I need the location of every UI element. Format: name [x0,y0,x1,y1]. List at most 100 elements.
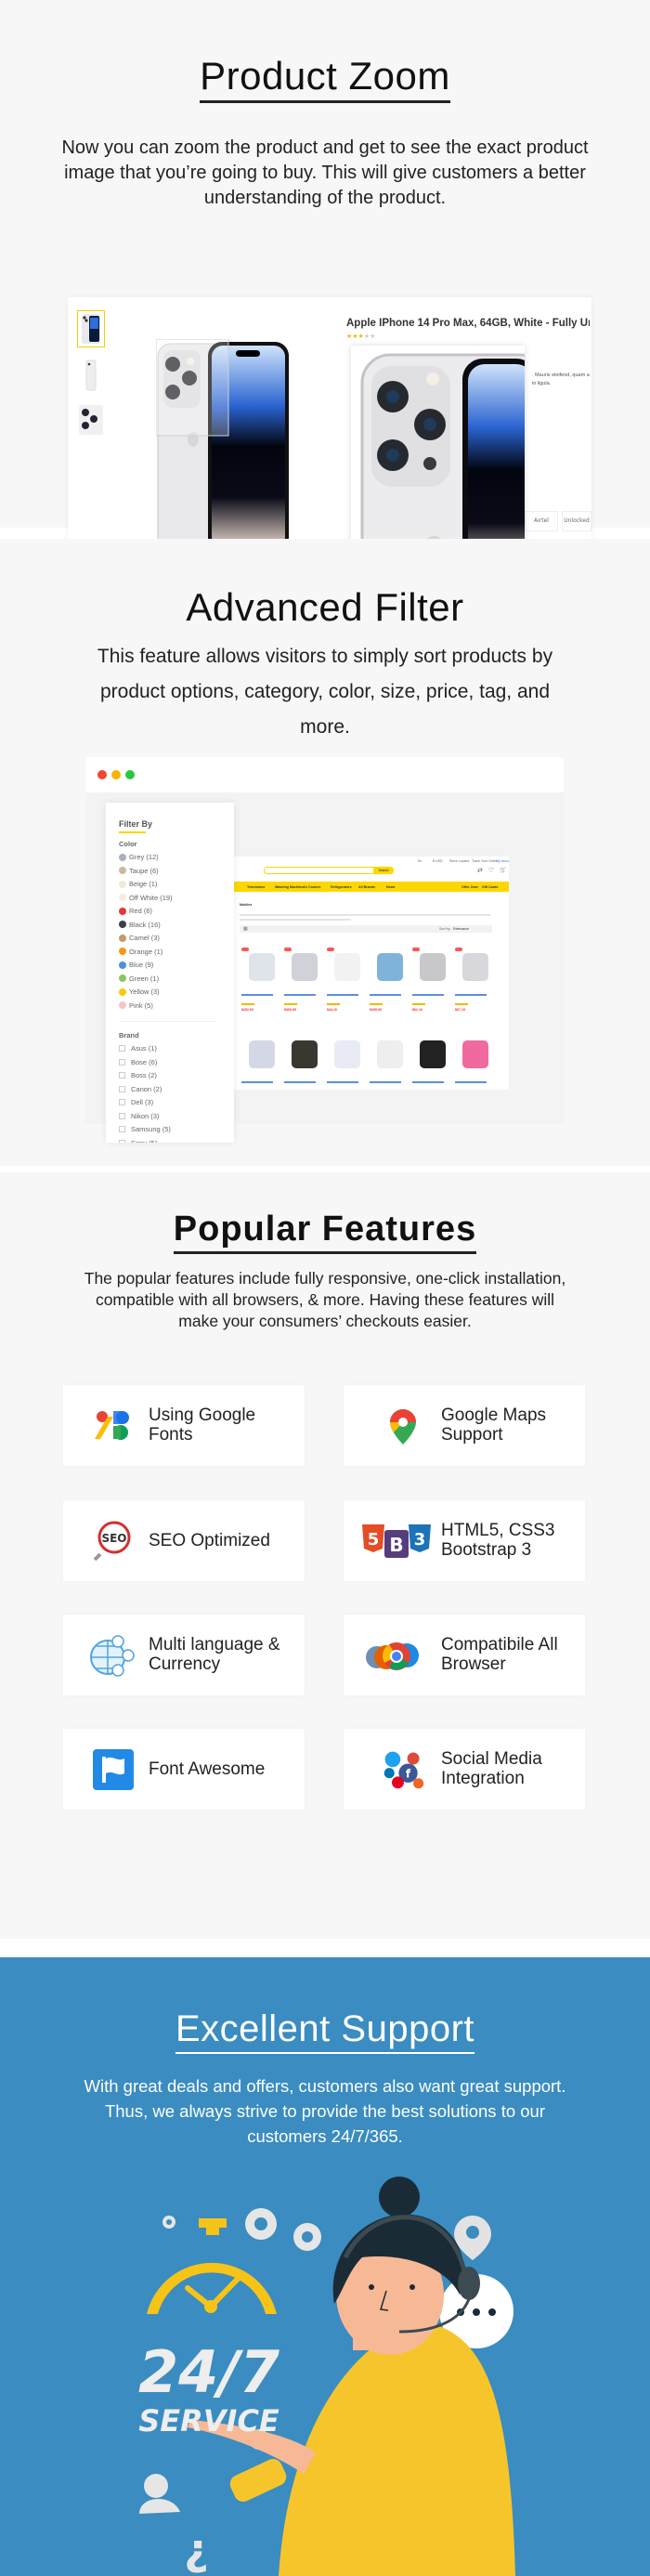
checkbox[interactable] [119,1126,125,1132]
product-card[interactable]: $299.00 [370,948,410,1022]
nav-item[interactable]: News [386,885,395,889]
checkbox[interactable] [119,1045,125,1052]
feature-label: SEO Optimized [149,1531,270,1550]
google-maps-icon [381,1404,425,1448]
product-card[interactable] [327,1035,368,1090]
discount-badge [327,948,334,951]
brand-filter-option[interactable]: Asus (1) [119,1044,157,1053]
option-airtel[interactable]: Airtel [525,511,558,531]
nav-item[interactable]: Televisions [247,885,265,889]
product-card[interactable]: $67.15 [455,948,496,1022]
color-filter-option[interactable]: Red (6) [119,907,152,915]
nav-item[interactable]: Refrigerators [331,885,352,889]
feature-label: Google Maps Support [441,1406,547,1445]
section-title: Advanced Filter [186,585,464,629]
topbar-link[interactable]: En [418,859,422,863]
color-label: Yellow (3) [129,987,160,996]
checkbox[interactable] [119,1058,125,1066]
svg-text:B: B [389,1534,403,1556]
product-stars [412,1003,425,1005]
color-swatch [119,934,126,942]
product-card[interactable]: $306.85 [284,948,325,1022]
color-filter-option[interactable]: Green (1) [119,974,159,983]
product-card[interactable] [241,1035,282,1090]
google-fonts-icon [91,1404,136,1448]
product-card[interactable] [284,1035,325,1090]
product-card[interactable] [370,1035,410,1090]
thumbnail-3[interactable] [77,401,105,438]
color-filter-option[interactable]: Blue (9) [119,961,153,969]
brand-filter-option[interactable]: Nikon (3) [119,1112,159,1120]
color-filter-option[interactable]: Camel (3) [119,934,160,942]
color-filter-option[interactable]: Yellow (3) [119,987,160,996]
feature-label: Social Media Integration [441,1749,542,1788]
wishlist-icon[interactable]: ♡ [488,867,494,874]
color-label: Beige (1) [129,880,158,888]
product-main-image[interactable] [156,339,291,557]
brand-filter-option[interactable]: Sony (5) [119,1139,157,1143]
topbar-link[interactable]: Store Locator [449,859,470,863]
color-swatch [119,1001,126,1009]
category-description [240,914,490,916]
brand-filter-option[interactable]: Bose (6) [119,1058,157,1066]
product-name [284,1081,316,1083]
product-rating: ★★★★★ [346,333,376,340]
thumbnail-1[interactable] [77,310,105,347]
nav-item[interactable]: Washing Machine [275,885,303,889]
color-filter-option[interactable]: Off White (19) [119,894,173,902]
product-card[interactable]: $44.10 [327,948,368,1022]
product-image [462,1040,488,1068]
color-filter-option[interactable]: Beige (1) [119,880,157,888]
product-name [412,994,444,996]
minimize-dot[interactable] [111,770,121,779]
brand-filter-option[interactable]: Canon (2) [119,1085,162,1093]
feature-label: Compatibile All Browser [441,1635,558,1674]
brand-filter-option[interactable]: Boss (2) [119,1071,157,1079]
color-filter-option[interactable]: Orange (1) [119,948,162,956]
thumbnail-2[interactable] [77,357,105,394]
color-filter-option[interactable]: Taupe (6) [119,867,159,875]
close-dot[interactable] [98,770,107,779]
product-price: $62.10 [412,1008,422,1012]
topbar-link[interactable]: My Account [496,859,509,863]
nav-item[interactable]: Air Coolers [303,885,320,889]
topbar-link[interactable]: Track Your Order [472,859,497,863]
product-card[interactable] [455,1035,496,1090]
cart-icon[interactable]: 🛒 [500,867,506,873]
topbar-link[interactable]: $ USD [433,859,443,863]
grid-view-icon[interactable]: ▦ [243,926,248,932]
product-card[interactable]: $62.10 [412,948,453,1022]
color-swatch [119,907,126,915]
checkbox[interactable] [119,1072,125,1079]
section-title: Popular Features [0,1210,650,1254]
brand-label: Nikon (3) [131,1111,160,1120]
color-filter-option[interactable]: Black (16) [119,921,161,929]
brand-filter-option[interactable]: Samsung (5) [119,1125,171,1133]
checkbox[interactable] [119,1085,125,1092]
product-card[interactable] [412,1035,453,1090]
nav-item[interactable]: Offer Zone [462,885,478,889]
discount-badge [455,948,462,951]
color-swatch [119,974,126,982]
nav-item[interactable]: Gift Cards [482,885,498,889]
color-filter-option[interactable]: Grey (12) [119,853,159,861]
option-unlocked[interactable]: Unlocked [562,511,592,531]
zoom-lens [156,339,229,437]
checkbox[interactable] [119,1099,125,1105]
feature-card: Google Maps Support [344,1385,585,1466]
nav-item[interactable]: All Brands [358,885,375,889]
checkbox[interactable] [119,1112,125,1119]
brand-label: Samsung (5) [131,1125,171,1133]
svg-text:3: 3 [414,1530,426,1550]
product-image [249,953,275,981]
sort-select[interactable]: Relevance [453,927,469,931]
product-card[interactable]: $252.00 [241,948,282,1022]
color-label: Grey (12) [129,853,159,861]
maximize-dot[interactable] [125,770,135,779]
color-label: Green (1) [129,974,160,983]
checkbox[interactable] [119,1139,125,1143]
compare-icon[interactable]: ⇄ [477,867,483,874]
brand-filter-option[interactable]: Dell (3) [119,1098,153,1106]
color-filter-option[interactable]: Pink (5) [119,1001,153,1010]
search-button[interactable]: Search [373,867,394,874]
